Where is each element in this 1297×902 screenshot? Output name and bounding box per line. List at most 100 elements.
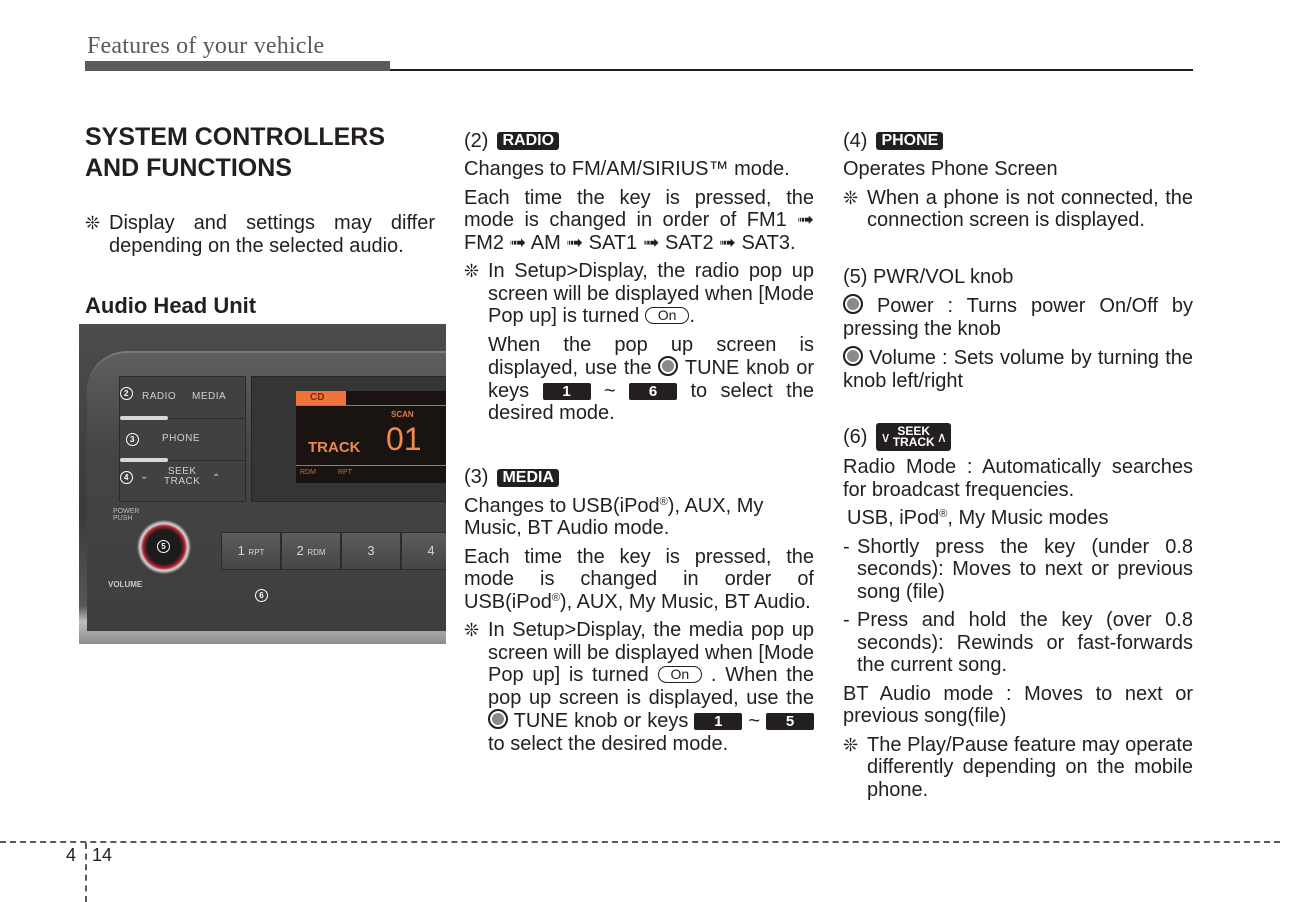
preset-button-1: 1 RPT [221,532,281,570]
button-panel: 2 RADIO MEDIA 3 PHONE 4 ⌄ SEEK TRACK ⌃ [119,376,246,502]
section-title-line1: SYSTEM CONTROLLERS [85,123,386,151]
note-asterisk-icon: ❊ [85,213,101,233]
section-title: SYSTEM CONTROLLERS AND FUNCTIONS [85,122,435,184]
subsection-title: Audio Head Unit [85,293,257,318]
display-rule [296,465,446,466]
note-asterisk-icon: ❊ [464,620,480,640]
note-text: When a phone is not connected, the conne… [867,186,1193,232]
radio-label: RADIO [142,391,177,402]
column-1: SYSTEM CONTROLLERS AND FUNCTIONS ❊ Displ… [85,122,435,321]
preset-num: 1 [237,543,245,558]
seek-track-label: SEEK TRACK [164,467,200,487]
display-track-number: 01 [386,421,422,457]
callout-2: 2 [120,387,133,400]
tilde: ~ [748,710,761,732]
display-note: ❊ Display and settings may differ depend… [85,212,435,257]
preset-num: 4 [427,543,435,558]
tune-knob-icon [488,709,508,729]
media-order: Each time the key is pressed, the mode i… [464,546,814,614]
note-asterisk-icon: ❊ [464,261,480,281]
note-text: In Setup>Display, the media pop up scree… [488,619,815,755]
column-2: (2) RADIO Changes to FM/AM/SIRIUS™ mode.… [464,122,815,761]
seek-track-button: 4 ⌄ SEEK TRACK ⌃ [120,461,245,502]
power-label: POWER [113,508,140,515]
seek-radio-mode: Radio Mode : Automatically searches for … [843,456,1193,501]
on-pill-icon: On [657,666,703,683]
phone-button: 3 PHONE [120,419,245,462]
preset-num: 2 [296,543,304,558]
audio-head-unit-image: 2 RADIO MEDIA 3 PHONE 4 ⌄ SEEK TRACK ⌃ C… [79,324,446,644]
phone-heading: (4) PHONE [843,128,1193,154]
display-scan: SCAN [391,410,414,419]
display-rdm: RDM [300,469,316,476]
phone-note: ❊ When a phone is not connected, the con… [843,187,1193,232]
pwr-vol-title: (5) PWR/VOL knob [843,265,1014,288]
callout-5: 5 [157,540,170,553]
key-1-icon: 1 [542,382,591,400]
media-heading: (3) MEDIA [464,465,814,491]
radio-key-badge: RADIO [497,132,560,150]
registered-mark: ® [551,591,560,604]
media-label: MEDIA [192,391,227,402]
preset-num: 3 [367,543,375,558]
display-frame: CD SCAN TRACK 01 RDM RPT [251,376,446,502]
tilde: ~ [603,379,616,402]
radio-desc: Changes to FM/AM/SIRIUS™ mode. [464,158,790,180]
volume-label: VOLUME [108,580,143,589]
seek-usb-modes: USB, iPod®, My Music modes [843,507,1193,530]
tune-knob-icon [658,356,679,376]
header-title: Features of your vehicle [87,33,325,59]
seek-up-icon: ⌃ [212,473,221,484]
chevron-down-icon: ∨ [880,429,891,445]
power-push-label: POWER PUSH [113,508,139,522]
note-asterisk-icon: ❊ [843,187,859,208]
preset-button-2: 2 RDM [281,532,341,570]
display-track-label: TRACK [308,439,361,456]
dash-mark: - [843,535,850,558]
page-number: 14 [92,845,113,865]
popup-text-3: to select the desired mode. [488,732,729,755]
phone-label: PHONE [162,433,201,444]
media-order-b: ), AUX, My Music, BT Audio. [559,590,811,613]
item-number: (3) [464,466,489,489]
display-rpt: RPT [338,469,352,476]
phone-desc: Operates Phone Screen [843,158,1058,180]
power-desc: Power : Turns power On/Off by pressing t… [843,294,1193,340]
item-number: (4) [843,129,868,152]
seek-track-text: SEEK TRACK [891,425,937,448]
usb-text-b: , My Music modes [947,507,1109,529]
callout-4: 4 [120,471,133,484]
key-6-icon: 6 [629,382,678,400]
key-5-icon: 5 [766,713,815,730]
preset-sub: RPT [248,548,265,557]
display-rule [296,405,446,406]
seek-down-icon: ⌄ [140,471,149,482]
on-pill-icon: On [644,307,690,324]
bullet-text: Shortly press the key (under 0.8 seconds… [857,535,1193,603]
usb-text-a: USB, iPod [847,507,940,529]
column-3: (4) PHONE Operates Phone Screen ❊ When a… [843,122,1193,807]
radio-note: ❊ In Setup>Display, the radio pop up scr… [464,260,814,328]
item-number: (6) [843,425,868,448]
bullet-text: Press and hold the key (over 0.8 seconds… [857,609,1193,676]
note-text: The Play/Pause feature may operate diffe… [867,733,1193,801]
seek-note: ❊ The Play/Pause feature may operate dif… [843,734,1193,802]
item-number: (2) [464,129,489,152]
media-desc: Changes to USB(iPod®), AUX, My Music, BT… [464,495,814,540]
footer-divider [85,843,87,902]
radio-heading: (2) RADIO [464,128,814,154]
media-key-badge: MEDIA [497,468,560,487]
callout-6: 6 [255,589,268,602]
seek-bt-mode: BT Audio mode : Moves to next or previou… [843,682,1193,728]
media-note: ❊ In Setup>Display, the media pop up scr… [464,619,815,755]
section-title-line2: AND FUNCTIONS [85,154,292,182]
power-text: Power : Turns power On/Off by pressing t… [843,295,1193,340]
note-asterisk-icon: ❊ [843,734,859,755]
preset-button-4: 4 [401,532,446,570]
key-1-icon: 1 [694,713,743,730]
volume-desc: Volume : Sets volume by turning the knob… [843,346,1193,392]
display-source: CD [296,391,346,405]
knob-icon [843,294,863,314]
media-desc-a: Changes to USB(iPod [464,494,660,517]
footer-rule [0,841,1280,843]
